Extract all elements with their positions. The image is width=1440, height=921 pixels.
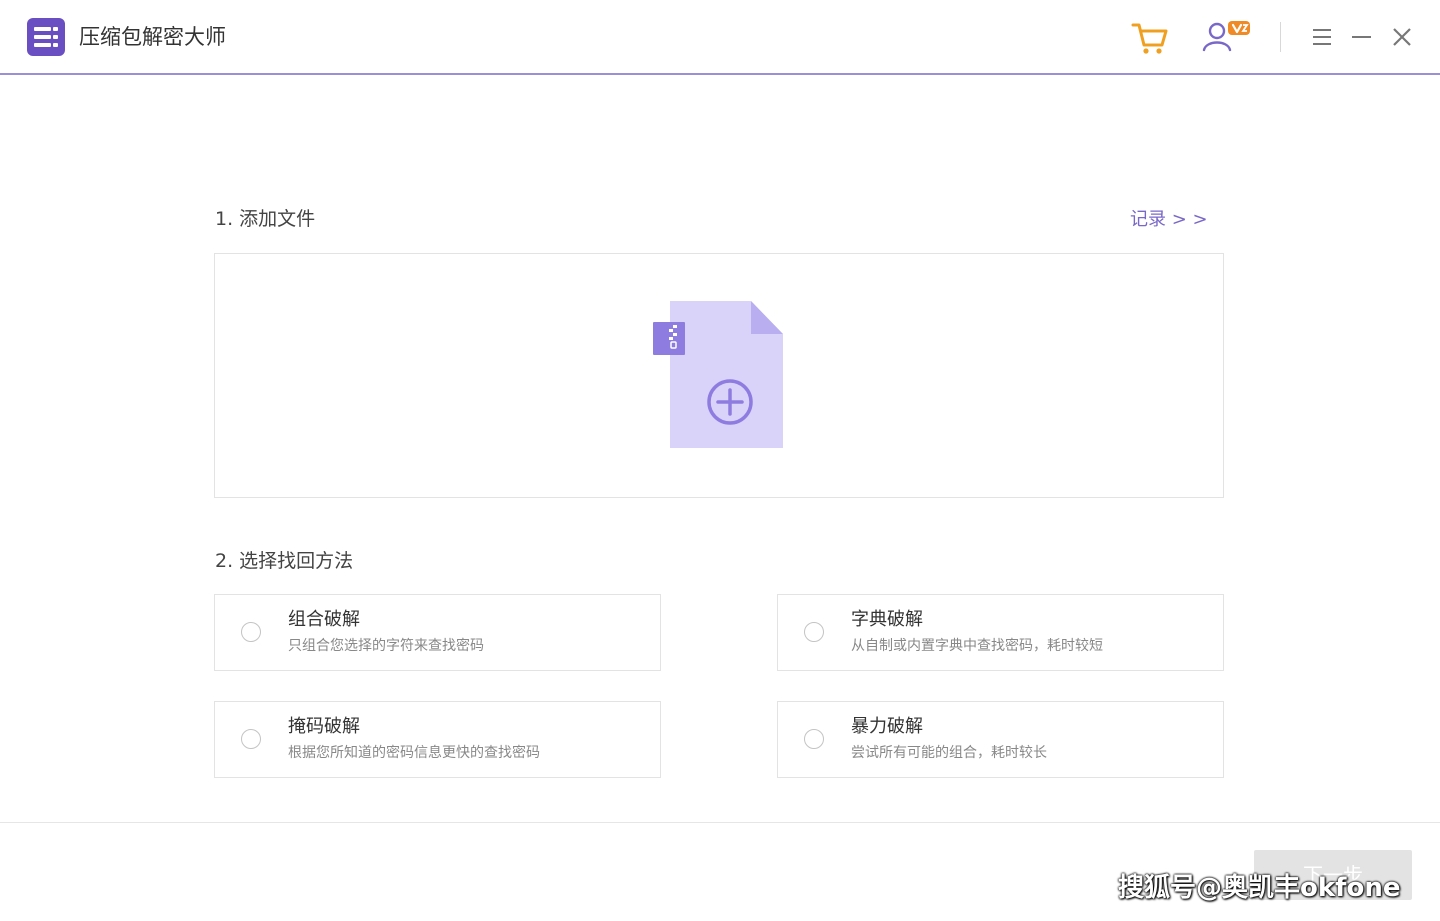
option-title: 掩码破解 — [288, 716, 360, 737]
zip-file-add-icon[interactable] — [650, 298, 786, 454]
option-title: 组合破解 — [288, 609, 360, 630]
minimize-icon[interactable] — [1343, 18, 1383, 58]
menu-icon[interactable] — [1303, 18, 1343, 58]
titlebar-divider — [1280, 22, 1281, 52]
app-logo-icon — [27, 18, 65, 56]
option-description: 只组合您选择的字符来查找密码 — [288, 638, 484, 654]
records-link[interactable]: 记录 > > — [1130, 208, 1208, 232]
radio-button[interactable] — [804, 622, 824, 642]
step2-title: 2. 选择找回方法 — [215, 550, 354, 572]
close-icon[interactable] — [1383, 18, 1423, 58]
option-mask-crack[interactable]: 掩码破解 根据您所知道的密码信息更快的查找密码 — [214, 701, 661, 778]
option-description: 从自制或内置字典中查找密码，耗时较短 — [851, 638, 1103, 654]
watermark-text: 搜狐号@奥凯丰okfone — [1118, 873, 1401, 903]
footer-divider — [0, 822, 1440, 823]
title-bar: 压缩包解密大师 — [0, 0, 1440, 75]
option-dictionary-crack[interactable]: 字典破解 从自制或内置字典中查找密码，耗时较短 — [777, 594, 1224, 671]
option-description: 尝试所有可能的组合，耗时较长 — [851, 745, 1047, 761]
option-title: 字典破解 — [851, 609, 923, 630]
cart-icon[interactable] — [1130, 18, 1170, 58]
user-vip-icon[interactable] — [1200, 18, 1250, 58]
option-description: 根据您所知道的密码信息更快的查找密码 — [288, 745, 540, 761]
option-brute-force-crack[interactable]: 暴力破解 尝试所有可能的组合，耗时较长 — [777, 701, 1224, 778]
radio-button[interactable] — [241, 622, 261, 642]
radio-button[interactable] — [241, 729, 261, 749]
option-title: 暴力破解 — [851, 716, 923, 737]
step1-title: 1. 添加文件 — [215, 208, 316, 230]
radio-button[interactable] — [804, 729, 824, 749]
option-combination-crack[interactable]: 组合破解 只组合您选择的字符来查找密码 — [214, 594, 661, 671]
app-title: 压缩包解密大师 — [79, 25, 226, 49]
